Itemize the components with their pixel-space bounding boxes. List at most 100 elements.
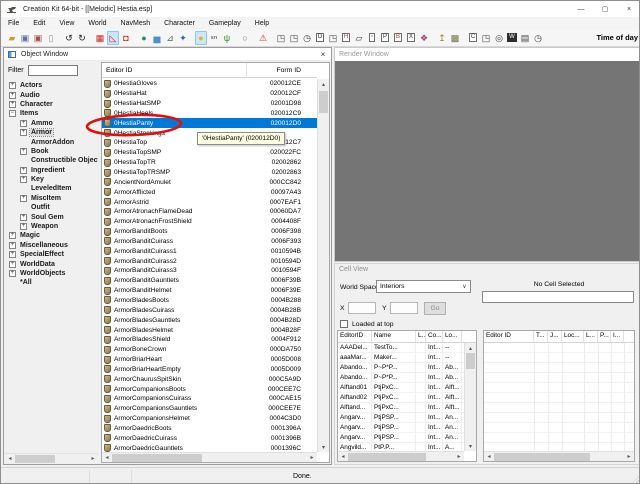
column-header[interactable]: I... [611,331,624,342]
maximize-button[interactable]: ▢ [593,1,617,17]
tree-item-ammo[interactable]: +Ammo [5,119,98,128]
tree-item-miscitem[interactable]: +MiscItem [5,194,98,203]
cell-row[interactable]: Alftand...PtjPxC...Int...Alft... [338,403,464,413]
window-extra-icon[interactable]: ◳ [480,31,492,45]
menu-navmesh[interactable]: NavMesh [114,20,158,27]
filter-input[interactable] [28,65,78,76]
cell-row[interactable]: Abando...P~P*P...Int...Ab... [338,373,464,383]
delete-icon[interactable]: ▯ [45,31,57,45]
tree-expand-icon[interactable]: + [9,101,16,108]
menu-help[interactable]: Help [248,20,276,27]
clock-2-icon[interactable]: ◷ [532,31,544,45]
cell-row[interactable]: Angarv...PtjPSP...Int...An... [338,413,464,423]
object-row[interactable]: 0HestiaHeels020012C9 [102,109,317,119]
object-row[interactable]: ArmorBanditCuirass30010594F [102,266,317,276]
clock-icon[interactable]: ◷ [301,31,313,45]
tree-item-soul-gem[interactable]: +Soul Gem [5,212,98,221]
object-row[interactable]: ArmorBanditCuirass10010594B [102,246,317,256]
references-hscrollbar[interactable]: ◂ ▸ [484,451,634,461]
render-window-title[interactable]: Render Window [335,48,640,61]
box-w-icon[interactable]: W [506,31,518,45]
tree-expand-icon[interactable]: + [20,129,27,136]
column-editor-id[interactable]: Editor ID [102,63,247,77]
cells-hscrollbar[interactable]: ◂ ▸ [338,451,464,461]
toggle-grass-icon[interactable]: ψ [221,31,233,45]
object-row[interactable]: 0HestiaGloves020012CE [102,79,317,89]
cell-row[interactable]: Alftand02PtjPxC...Int...Alft... [338,393,464,403]
window-layout-icon[interactable]: ◳ [327,31,339,45]
window-cascade-icon[interactable]: ◳ [275,31,287,45]
disk-view-icon[interactable]: ▤ [519,31,531,45]
object-row[interactable]: ArmorCompanionsHelmet0004C3D0 [102,414,317,424]
object-window-close-icon[interactable]: × [315,50,331,59]
column-header[interactable]: T... [534,331,548,342]
scroll-up-icon[interactable]: ▴ [318,79,329,89]
tree-item-leveleditem[interactable]: LeveledItem [5,184,98,193]
object-row[interactable]: ArmorDaedricGauntlets0001396C [102,443,317,452]
tree-expand-icon[interactable]: + [20,120,27,127]
column-header[interactable]: L... [416,331,426,342]
effects-icon[interactable]: ❖ [418,31,430,45]
object-row[interactable]: ArmorBriarHeart0005D008 [102,355,317,365]
tree-item-items[interactable]: −Items [5,109,98,118]
open-file-icon[interactable]: ▰ [6,31,18,45]
list-vscrollbar[interactable]: ▴ ▾ [317,79,329,452]
cell-name-field[interactable] [482,291,634,303]
scroll-right-icon[interactable]: ▸ [88,455,98,462]
menu-file[interactable]: File [1,20,26,27]
object-row[interactable]: 0HestiaHatSMP02001D98 [102,99,317,109]
menu-world[interactable]: World [81,20,113,27]
tree-hscrollbar[interactable]: ◂ ▸ [5,453,98,463]
object-row[interactable]: ArmorDaedricBoots0001396A [102,424,317,434]
list-hscrollbar[interactable]: ◂ ▸ [102,452,317,462]
menu-gameplay[interactable]: Gameplay [202,20,248,27]
object-row[interactable]: ArmorCompanionsCuirass000CAE15 [102,394,317,404]
toggle-lights-icon[interactable]: ● [195,31,207,45]
object-row[interactable]: 0HestiaTopTRSMP02002863 [102,168,317,178]
render-viewport[interactable] [335,61,640,261]
scroll-down-icon[interactable]: ▾ [465,441,476,451]
box-x-icon[interactable]: X [405,31,417,45]
scroll-right-icon[interactable]: ▸ [454,453,464,460]
world-space-dropdown[interactable]: Interiors ∨ [376,280,471,293]
object-row[interactable]: ArmorAtronachFrostShield0004408F [102,217,317,227]
box-d-icon[interactable]: D [314,31,326,45]
object-window-titlebar[interactable]: Object Window × [4,48,331,61]
object-row[interactable]: ArmorCompanionsGauntlets000CEE7E [102,404,317,414]
object-row[interactable]: ArmorBladesBoots0004B288 [102,296,317,306]
go-button[interactable]: Go [424,302,446,315]
tree-expand-icon[interactable]: + [9,82,16,89]
tree-expand-icon[interactable]: + [20,214,27,221]
tree-item-magic[interactable]: +Magic [5,231,98,240]
scroll-left-icon[interactable]: ◂ [102,454,112,461]
box-blank-icon[interactable]: ▫ [366,31,378,45]
tree-item-weapon[interactable]: +Weapon [5,222,98,231]
y-field[interactable] [390,302,418,314]
object-row[interactable]: ArmorAfflicted00097A43 [102,187,317,197]
column-header[interactable]: Co... [426,331,443,342]
scroll-right-icon[interactable]: ▸ [307,454,317,461]
tree-expand-icon[interactable]: + [9,232,16,239]
tree-expand-icon[interactable]: + [20,223,27,230]
tree-expand-icon[interactable]: + [9,270,16,277]
pick-icon[interactable]: ↥ [436,31,448,45]
toggle-sound-icon[interactable]: sn [208,31,220,45]
tree-item-ingredient[interactable]: +Ingredient [5,166,98,175]
tree-item-character[interactable]: +Character [5,100,98,109]
x-field[interactable] [348,302,376,314]
warnings-icon[interactable]: ⚠ [257,31,269,45]
toggle-sky-icon[interactable]: ▅ [151,31,163,45]
cell-row[interactable]: Angvild...PtP.P...Int...A... [338,443,464,451]
object-row[interactable]: 0HestiaTopSMP020022FC [102,148,317,158]
tree-item-armor[interactable]: +Armor [5,128,98,137]
column-header[interactable]: Loc... [562,331,584,342]
cube-icon[interactable]: ▱ [353,31,365,45]
object-row[interactable]: ArmorBladesCuirass0004B28B [102,305,317,315]
box-p-icon[interactable]: P [379,31,391,45]
toggle-animations-icon[interactable]: ✦ [177,31,189,45]
tree-expand-icon[interactable]: + [20,176,27,183]
close-button[interactable]: × [617,1,640,17]
box-h-icon[interactable]: H [340,31,352,45]
tree-item-audio[interactable]: +Audio [5,90,98,99]
box-pattern-icon[interactable]: ▩ [449,31,461,45]
